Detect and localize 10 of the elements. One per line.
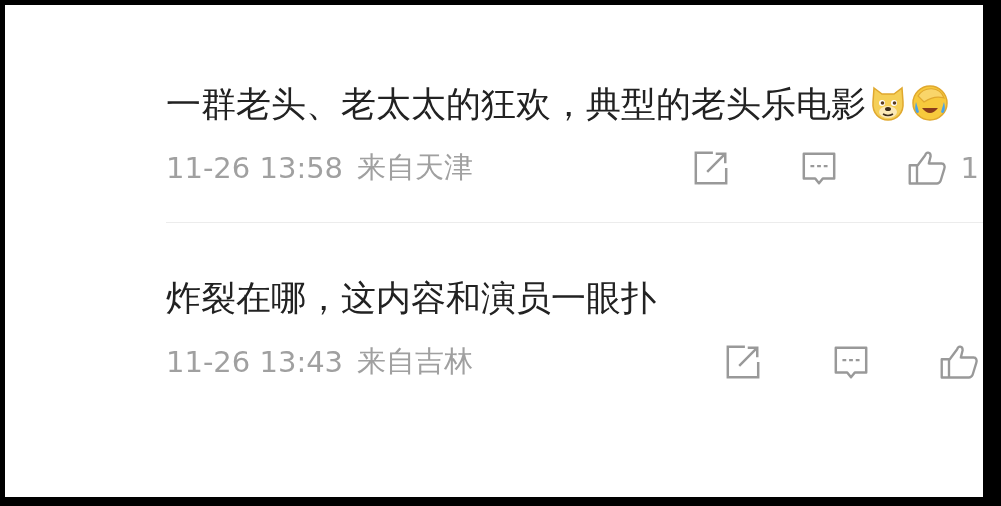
laughing-emoji-icon	[910, 82, 950, 122]
comment-time: 11-26 13:58	[166, 151, 344, 185]
thumbs-up-icon[interactable]	[939, 343, 979, 381]
comment-text: 炸裂在哪，这内容和演员一眼扑	[166, 277, 657, 320]
thumbs-up-icon[interactable]	[906, 149, 947, 187]
comment-text: 一群老头、老太太的狂欢，典型的老头乐电影	[166, 77, 983, 132]
comment-location: 来自吉林	[357, 343, 474, 380]
comment-location: 来自天津	[357, 149, 474, 186]
like-count: 1	[960, 151, 979, 185]
comment-time: 11-26 13:43	[166, 345, 344, 379]
